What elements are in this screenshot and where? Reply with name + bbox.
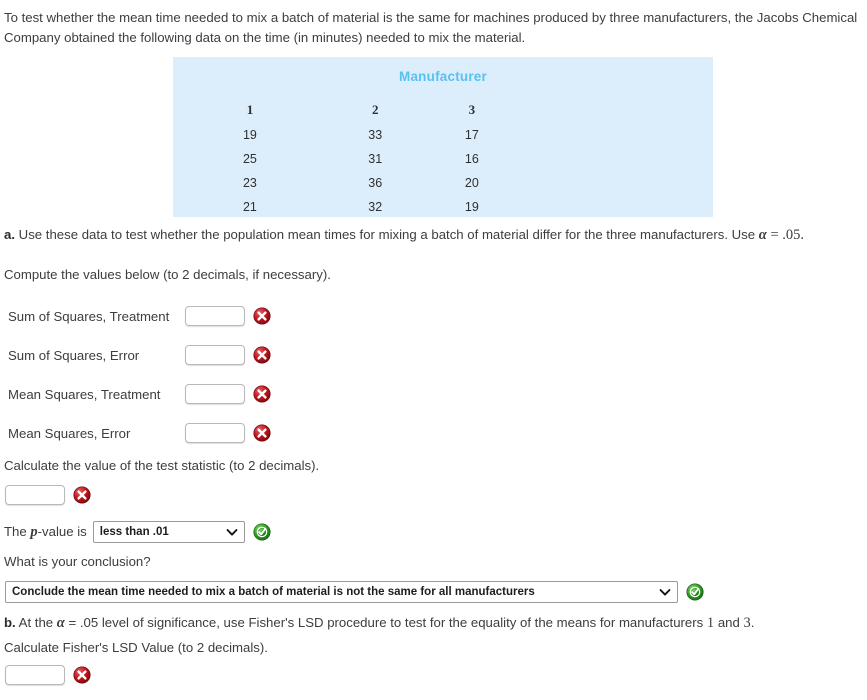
table-title-row: Manufacturer	[173, 57, 713, 97]
input-lsd-value[interactable]	[5, 665, 65, 685]
table-row: 25 31 16	[173, 147, 713, 171]
cell-r1-spacer	[520, 147, 713, 171]
field-row-sum-squares-treatment: Sum of Squares, Treatment	[8, 306, 271, 326]
pvalue-label-suffix: -value is	[37, 524, 87, 539]
table-row: 23 36 20	[173, 171, 713, 195]
input-sum-squares-error[interactable]	[185, 345, 245, 365]
column-header-spacer	[520, 97, 713, 123]
label-mean-squares-error: Mean Squares, Error	[8, 425, 131, 441]
pvalue-row: The p-value is less than .01	[4, 521, 271, 544]
test-statistic-note: Calculate the value of the test statisti…	[4, 458, 320, 473]
column-header-3: 3	[468, 102, 476, 117]
table-row: 21 32 19	[173, 195, 713, 219]
part-b-text-mid: = .05 level of significance, use Fisher'…	[64, 615, 707, 630]
table-header-row: 1 2 3	[173, 97, 713, 123]
lsd-note: Calculate Fisher's LSD Value (to 2 decim…	[4, 640, 268, 655]
correct-icon	[686, 583, 704, 601]
lsd-value-row	[5, 665, 91, 685]
cell-r2-c1: 36	[368, 176, 383, 190]
pvalue-label: The p-value is	[4, 521, 87, 543]
part-b-text-before: At the	[15, 615, 57, 630]
cell-r2-c2: 20	[464, 176, 479, 190]
cell-r0-c1: 33	[368, 128, 383, 142]
pvalue-select[interactable]: less than .01	[92, 521, 245, 544]
part-b-question: b. At the α = .05 level of significance,…	[4, 612, 862, 634]
error-icon	[253, 307, 271, 325]
column-header-2: 2	[371, 102, 379, 117]
field-row-mean-squares-error: Mean Squares, Error	[8, 423, 271, 443]
pvalue-select-wrap: less than .01	[92, 521, 245, 544]
input-mean-squares-error[interactable]	[185, 423, 245, 443]
input-test-statistic[interactable]	[5, 485, 65, 505]
error-icon	[73, 666, 91, 684]
test-statistic-row	[5, 485, 91, 505]
cell-r3-c2: 19	[464, 200, 479, 214]
field-row-mean-squares-treatment: Mean Squares, Treatment	[8, 384, 271, 404]
intro-text: To test whether the mean time needed to …	[4, 10, 858, 46]
conclusion-question: What is your conclusion?	[4, 554, 151, 569]
cell-r2-c0: 23	[242, 176, 257, 190]
cell-r2-spacer	[520, 171, 713, 195]
conclusion-select-wrap: Conclude the mean time needed to mix a b…	[5, 581, 678, 603]
label-sum-squares-error: Sum of Squares, Error	[8, 347, 140, 363]
label-mean-squares-treatment: Mean Squares, Treatment	[8, 386, 161, 402]
conclusion-row: Conclude the mean time needed to mix a b…	[5, 581, 704, 603]
part-a-marker: a.	[4, 227, 15, 242]
cell-r1-c0: 25	[242, 152, 257, 166]
part-b-text-end: .	[750, 615, 755, 630]
alpha-symbol: α	[56, 615, 65, 631]
cell-r3-c1: 32	[368, 200, 383, 214]
part-a-question: a. Use these data to test whether the po…	[4, 224, 862, 246]
error-icon	[253, 346, 271, 364]
input-mean-squares-treatment[interactable]	[185, 384, 245, 404]
cell-r1-c2: 16	[464, 152, 479, 166]
cell-r0-c0: 19	[242, 128, 257, 142]
cell-r0-spacer	[520, 123, 713, 147]
part-a-text: Use these data to test whether the popul…	[15, 227, 759, 242]
label-sum-squares-treatment: Sum of Squares, Treatment	[8, 308, 170, 324]
table-row: 19 33 17	[173, 123, 713, 147]
input-sum-squares-treatment[interactable]	[185, 306, 245, 326]
manufacturer-data-table: Manufacturer 1 2 3 19 33 17 25 31 16 23 …	[173, 57, 713, 219]
cell-r3-c0: 21	[242, 200, 257, 214]
part-b-text-and: and	[714, 615, 744, 630]
part-b-marker: b.	[4, 615, 16, 630]
compute-values-note: Compute the values below (to 2 decimals,…	[4, 267, 331, 282]
conclusion-select[interactable]: Conclude the mean time needed to mix a b…	[5, 581, 678, 603]
data-table-panel: Manufacturer 1 2 3 19 33 17 25 31 16 23 …	[173, 57, 713, 217]
cell-r0-c2: 17	[464, 128, 479, 142]
error-icon	[253, 385, 271, 403]
column-header-1: 1	[246, 102, 254, 117]
pvalue-label-prefix: The	[4, 524, 31, 539]
correct-icon	[253, 523, 271, 541]
cell-r3-spacer	[520, 195, 713, 219]
table-title: Manufacturer	[399, 68, 487, 84]
alpha-symbol: α	[758, 227, 767, 243]
field-row-sum-squares-error: Sum of Squares, Error	[8, 345, 271, 365]
intro-paragraph: To test whether the mean time needed to …	[4, 8, 860, 49]
p-symbol: p	[30, 524, 38, 540]
alpha-value: = .05.	[766, 227, 804, 243]
manufacturer-number-2: 3	[743, 615, 751, 631]
cell-r1-c1: 31	[368, 152, 383, 166]
error-icon	[253, 424, 271, 442]
error-icon	[73, 486, 91, 504]
